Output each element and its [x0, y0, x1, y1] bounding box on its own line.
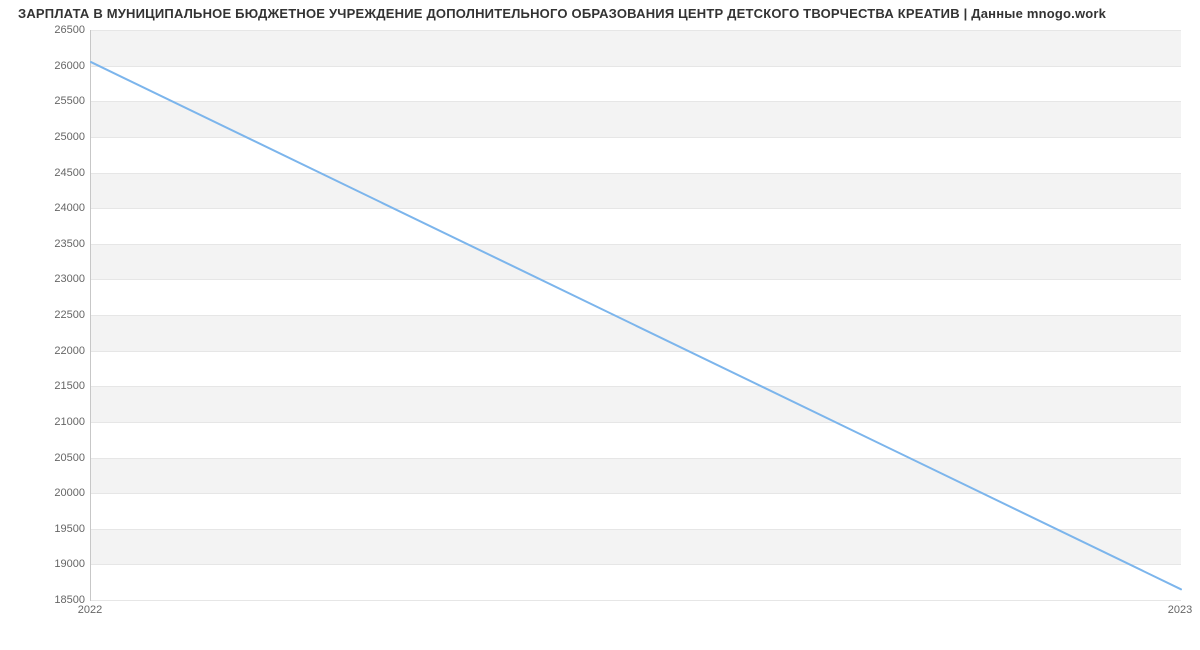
y-tick-label: 20000	[5, 487, 85, 499]
y-tick-label: 23500	[5, 238, 85, 250]
y-gridline	[91, 600, 1181, 601]
plot-area	[90, 30, 1181, 601]
y-tick-label: 26000	[5, 60, 85, 72]
x-tick-label: 2023	[1168, 604, 1192, 616]
y-tick-label: 24000	[5, 202, 85, 214]
y-tick-label: 19500	[5, 523, 85, 535]
y-tick-label: 22500	[5, 309, 85, 321]
y-tick-label: 20500	[5, 452, 85, 464]
y-tick-label: 26500	[5, 24, 85, 36]
y-tick-label: 19000	[5, 558, 85, 570]
y-tick-label: 23000	[5, 273, 85, 285]
chart-container: ЗАРПЛАТА В МУНИЦИПАЛЬНОЕ БЮДЖЕТНОЕ УЧРЕЖ…	[0, 0, 1200, 650]
chart-title: ЗАРПЛАТА В МУНИЦИПАЛЬНОЕ БЮДЖЕТНОЕ УЧРЕЖ…	[18, 6, 1190, 21]
y-tick-label: 25500	[5, 95, 85, 107]
y-tick-label: 21500	[5, 380, 85, 392]
y-tick-label: 18500	[5, 594, 85, 606]
series-line	[91, 62, 1181, 589]
y-tick-label: 22000	[5, 345, 85, 357]
y-tick-label: 24500	[5, 167, 85, 179]
line-layer	[91, 30, 1181, 600]
y-tick-label: 21000	[5, 416, 85, 428]
y-tick-label: 25000	[5, 131, 85, 143]
x-tick-label: 2022	[78, 604, 102, 616]
